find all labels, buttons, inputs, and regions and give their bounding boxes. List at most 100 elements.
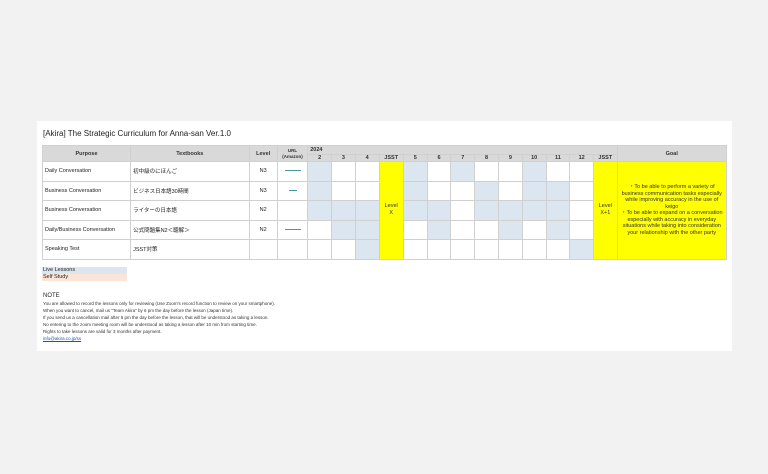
schedule-cell xyxy=(402,219,428,240)
schedule-cell xyxy=(450,239,476,260)
header-month: 9 xyxy=(497,154,523,162)
purpose-cell: Business Conversation xyxy=(41,200,132,221)
level-cell: N2 xyxy=(248,219,278,240)
schedule-cell-live xyxy=(545,200,571,221)
schedule-cell xyxy=(307,219,332,240)
schedule-cell-live xyxy=(307,180,332,201)
schedule-cell xyxy=(354,180,380,201)
spreadsheet-sheet: [Akira] The Strategic Curriculum for Ann… xyxy=(37,121,732,351)
schedule-cell xyxy=(474,239,499,260)
url-link[interactable] xyxy=(276,161,309,182)
goal-cell: ・To be able to perform a variety of busi… xyxy=(616,161,728,260)
level-cell xyxy=(248,239,278,260)
level-cell: N3 xyxy=(248,180,278,201)
header-jsst: JSST xyxy=(378,154,404,162)
schedule-cell-live xyxy=(474,200,499,221)
jsst-level-cell: Level X xyxy=(378,161,404,260)
note-line: You are allowed to record the lessons on… xyxy=(43,301,276,306)
schedule-cell-live xyxy=(354,200,380,221)
schedule-cell-live xyxy=(497,200,523,221)
notes-heading: NOTE xyxy=(43,293,60,299)
schedule-cell-live xyxy=(521,200,547,221)
header-month: 4 xyxy=(354,154,380,162)
schedule-cell xyxy=(521,219,547,240)
header-month: 12 xyxy=(569,154,595,162)
header-month: 3 xyxy=(330,154,356,162)
schedule-cell xyxy=(474,219,499,240)
url-link[interactable] xyxy=(276,180,309,201)
schedule-cell xyxy=(521,239,547,260)
legend-live-lessons: Live Lessons xyxy=(42,267,127,274)
purpose-cell: Daily/Business Conversation xyxy=(41,219,132,240)
textbook-cell: 公式問題集N2＜聴解＞ xyxy=(130,219,250,240)
schedule-cell-live xyxy=(402,180,428,201)
schedule-cell-live xyxy=(307,161,332,182)
schedule-cell-live xyxy=(307,200,332,221)
header-month: 7 xyxy=(450,154,476,162)
schedule-cell-live xyxy=(402,200,428,221)
legend: Live Lessons Self Study xyxy=(42,267,127,281)
purpose-cell: Daily Conversation xyxy=(41,161,132,182)
schedule-cell xyxy=(330,239,356,260)
header-month: 5 xyxy=(402,154,428,162)
schedule-cell-live xyxy=(521,180,547,201)
schedule-cell xyxy=(569,200,595,221)
jsst-level-cell: Level X+1 xyxy=(593,161,618,260)
schedule-cell-live xyxy=(426,200,452,221)
schedule-cell xyxy=(426,161,452,182)
schedule-cell-live xyxy=(545,180,571,201)
header-goal: Goal xyxy=(616,145,728,162)
schedule-cell xyxy=(569,180,595,201)
level-cell: N2 xyxy=(248,200,278,221)
header-purpose: Purpose xyxy=(41,145,132,162)
textbook-cell: JSST対策 xyxy=(130,239,250,260)
link-line-icon xyxy=(288,189,297,191)
url-link[interactable] xyxy=(276,219,309,240)
schedule-cell xyxy=(497,180,523,201)
schedule-cell-live xyxy=(354,219,380,240)
schedule-cell xyxy=(474,161,499,182)
schedule-cell-live xyxy=(545,219,571,240)
schedule-cell xyxy=(450,200,476,221)
email-link[interactable]: info@akira.co.jp/ss xyxy=(43,335,275,342)
schedule-cell xyxy=(569,161,595,182)
schedule-cell-live xyxy=(569,239,595,260)
table-row: Daily Conversation 初中級のにほんご N3 Level X L… xyxy=(41,161,728,260)
curriculum-table: Purpose Textbooks Level URL (Amazon) 202… xyxy=(41,145,728,260)
schedule-cell xyxy=(402,239,428,260)
note-line: If you send us a cancellation mail after… xyxy=(43,315,269,320)
note-line: When you want to cancel, mail us "Team A… xyxy=(43,308,234,313)
header-month: 11 xyxy=(545,154,571,162)
url-cell xyxy=(276,239,309,260)
header-jsst: JSST xyxy=(593,154,618,162)
schedule-cell xyxy=(450,180,476,201)
note-line: No entering to the zoom meeting room wil… xyxy=(43,322,257,327)
schedule-cell xyxy=(569,219,595,240)
header-url: URL (Amazon) xyxy=(276,145,309,162)
schedule-cell xyxy=(450,219,476,240)
header-level: Level xyxy=(248,145,278,162)
header-month: 6 xyxy=(426,154,452,162)
textbook-cell: ライターの日本語 xyxy=(130,200,250,221)
notes-section: NOTE You are allowed to record the lesso… xyxy=(43,293,275,342)
textbook-cell: ビジネス日本語30時間 xyxy=(130,180,250,201)
link-line-icon xyxy=(284,228,301,230)
curriculum-title: [Akira] The Strategic Curriculum for Ann… xyxy=(43,129,231,138)
schedule-cell xyxy=(330,161,356,182)
schedule-cell-live xyxy=(330,219,356,240)
schedule-cell xyxy=(426,239,452,260)
schedule-cell-live xyxy=(497,219,523,240)
header-month: 10 xyxy=(521,154,547,162)
schedule-cell xyxy=(545,161,571,182)
schedule-cell xyxy=(545,239,571,260)
header-month: 2 xyxy=(307,154,332,162)
schedule-cell xyxy=(307,239,332,260)
textbook-cell: 初中級のにほんご xyxy=(130,161,250,182)
purpose-cell: Speaking Test xyxy=(41,239,132,260)
level-cell: N3 xyxy=(248,161,278,182)
schedule-cell-live xyxy=(330,200,356,221)
url-cell xyxy=(276,200,309,221)
schedule-cell-live xyxy=(474,180,499,201)
schedule-cell-live xyxy=(402,161,428,182)
link-line-icon xyxy=(284,170,301,172)
